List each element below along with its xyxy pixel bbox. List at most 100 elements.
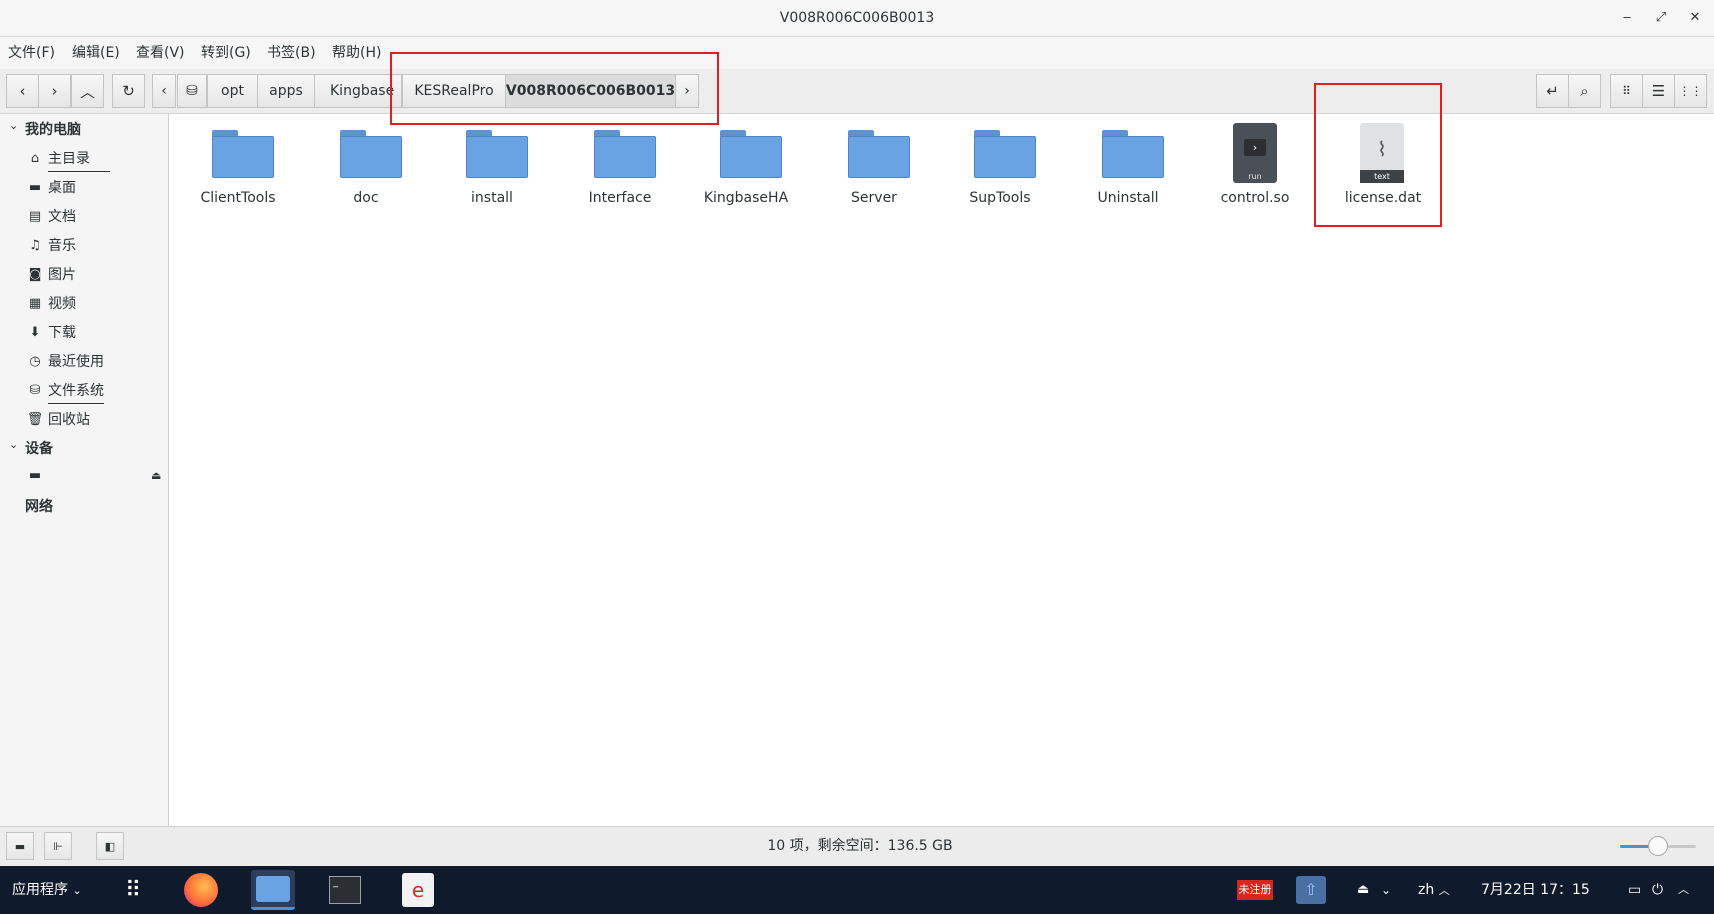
notification-icon[interactable]: ▭	[1628, 866, 1641, 914]
chevron-down-icon: ⌄	[72, 884, 82, 897]
chevron-up-icon: ︿	[1438, 884, 1450, 897]
maximize-button[interactable]: ⤢	[1651, 8, 1671, 28]
file-name: Interface	[588, 190, 652, 206]
menu-go[interactable]: 转到(G)	[201, 37, 251, 69]
clock[interactable]: 7月22日 17：15	[1481, 866, 1590, 914]
file-item-clienttools[interactable]: ClientTools	[183, 120, 293, 212]
sidebar-item-desktop[interactable]: ▬ 桌面	[26, 176, 76, 200]
sidebar-item-trash[interactable]: 🗑 回收站	[26, 408, 90, 432]
show-places-button[interactable]: ▬	[6, 832, 34, 860]
breadcrumb-apps[interactable]: apps	[257, 74, 315, 108]
file-name: SupTools	[969, 190, 1031, 206]
clock-icon: ◷	[29, 354, 41, 369]
toggle-sidebar-button[interactable]: ◧	[96, 832, 124, 860]
sidebar-icon: ◧	[104, 839, 116, 853]
sidebar-item-documents[interactable]: ▤ 文档	[26, 205, 76, 229]
expand-arrow-icon[interactable]: ⌄	[9, 438, 18, 451]
sidebar-item-recent[interactable]: ◷ 最近使用	[26, 350, 104, 374]
sidebar-item-home[interactable]: ⌂ 主目录	[26, 147, 110, 172]
menu-file[interactable]: 文件(F)	[8, 37, 55, 69]
zoom-slider-handle[interactable]	[1648, 836, 1668, 856]
edit-location-icon: ↵	[1546, 82, 1559, 100]
sidebar-item-videos[interactable]: ▦ 视频	[26, 292, 76, 316]
menu-help[interactable]: 帮助(H)	[332, 37, 381, 69]
folder-icon	[594, 130, 656, 178]
camera-icon: ◙	[28, 267, 42, 282]
terminal-icon: _	[329, 876, 361, 904]
reload-button[interactable]: ↻	[112, 74, 145, 108]
taskbar-installer[interactable]: e	[396, 870, 440, 910]
sidebar-section-network[interactable]: 网络	[25, 496, 53, 518]
sidebar-item-filesystem[interactable]: ⛁ 文件系统	[26, 379, 104, 404]
update-icon[interactable]: ⇧	[1296, 876, 1326, 904]
applications-menu[interactable]: 应用程序 ⌄	[12, 866, 82, 914]
compact-view-button[interactable]: ⋮⋮	[1674, 74, 1707, 108]
breadcrumb-scroll-left[interactable]: ‹	[152, 74, 176, 108]
icon-view-button[interactable]: ⠿	[1610, 74, 1643, 108]
chevron-down-icon[interactable]: ⌄	[1381, 866, 1391, 914]
taskbar-terminal[interactable]: _	[323, 870, 367, 910]
sidebar-item-label: 文件系统	[48, 379, 104, 404]
file-item-server[interactable]: Server	[819, 120, 929, 212]
sidebar-item-label: 回收站	[48, 412, 90, 428]
eject-icon[interactable]: ⏏	[151, 469, 161, 482]
sidebar-item-label: 图片	[48, 267, 76, 283]
file-name: install	[471, 190, 513, 206]
file-item-suptools[interactable]: SupTools	[945, 120, 1055, 212]
close-button[interactable]: ✕	[1685, 8, 1705, 28]
breadcrumb-opt[interactable]: opt	[207, 74, 258, 108]
sidebar-item-label: 视频	[48, 296, 76, 312]
eject-icon[interactable]: ⏏	[1357, 866, 1369, 914]
search-button[interactable]: ⌕	[1568, 74, 1601, 108]
sidebar-item-label: 文档	[48, 209, 76, 225]
up-button[interactable]: ︿	[71, 74, 104, 108]
unregistered-badge[interactable]: 未注册	[1237, 880, 1273, 900]
sidebar-item-label: 音乐	[48, 238, 76, 254]
minimize-button[interactable]: ‒	[1617, 8, 1637, 28]
forward-button[interactable]: ›	[38, 74, 71, 108]
chevron-left-icon: ‹	[161, 83, 167, 99]
breadcrumb-root[interactable]: ⛁	[177, 74, 207, 108]
expand-arrow-icon[interactable]: ⌄	[9, 119, 18, 132]
location-toggle-button[interactable]: ↵	[1536, 74, 1569, 108]
file-item-control-so[interactable]: › run control.so	[1200, 120, 1310, 212]
drive-icon: ⛁	[29, 383, 41, 398]
back-button[interactable]: ‹	[6, 74, 39, 108]
file-item-interface[interactable]: Interface	[565, 120, 675, 212]
sidebar-item-music[interactable]: ♫ 音乐	[26, 234, 76, 258]
file-item-kingbaseha[interactable]: KingbaseHA	[691, 120, 801, 212]
tree-icon: ⊩	[53, 839, 63, 853]
file-name: control.so	[1220, 190, 1290, 206]
home-icon: ⌂	[30, 151, 40, 166]
power-icon[interactable]: ⏻	[1652, 866, 1663, 914]
menu-bookmarks[interactable]: 书签(B)	[267, 37, 316, 69]
sidebar-item-downloads[interactable]: ⬇ 下载	[26, 321, 76, 345]
highlight-box-breadcrumb	[390, 52, 719, 125]
sidebar-item-label: 最近使用	[48, 354, 104, 370]
sidebar-item-device[interactable]: ▬	[26, 464, 48, 488]
menu-edit[interactable]: 编辑(E)	[72, 37, 120, 69]
file-item-install[interactable]: install	[437, 120, 547, 212]
reload-icon: ↻	[122, 82, 135, 100]
folder-icon	[720, 130, 782, 178]
compact-list-icon: ⋮⋮	[1678, 84, 1703, 98]
file-item-doc[interactable]: doc	[311, 120, 421, 212]
input-method-indicator[interactable]: zh ︿	[1418, 866, 1450, 914]
file-name: Uninstall	[1097, 190, 1159, 206]
chevron-up-icon[interactable]: ︿	[1678, 866, 1689, 914]
show-tree-button[interactable]: ⊩	[44, 832, 72, 860]
app-grid-button[interactable]: ⠿	[111, 870, 155, 910]
chevron-right-icon: ›	[51, 82, 58, 100]
list-view-button[interactable]: ☰	[1642, 74, 1675, 108]
folder-icon	[974, 130, 1036, 178]
file-item-uninstall[interactable]: Uninstall	[1073, 120, 1183, 212]
sidebar-item-label: 下载	[48, 325, 76, 341]
breadcrumb-kingbase[interactable]: Kingbase	[314, 74, 402, 108]
document-icon: ▤	[28, 209, 42, 224]
drive-icon: ⛁	[186, 83, 198, 99]
taskbar-file-manager[interactable]	[251, 870, 295, 910]
taskbar-firefox[interactable]	[179, 870, 223, 910]
sidebar-item-pictures[interactable]: ◙ 图片	[26, 263, 76, 287]
folder-icon	[466, 130, 528, 178]
menu-view[interactable]: 查看(V)	[136, 37, 185, 69]
